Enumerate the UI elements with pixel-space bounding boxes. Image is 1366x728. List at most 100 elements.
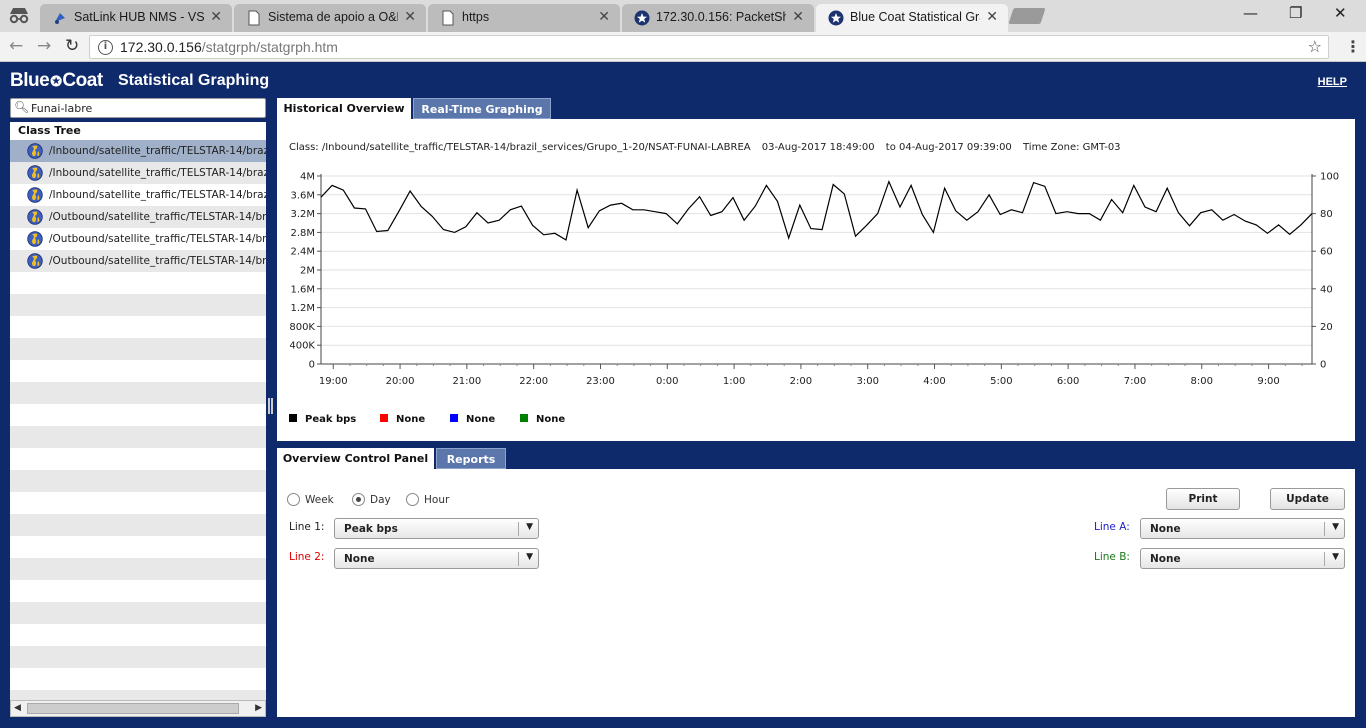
- line2-value: None: [344, 553, 375, 565]
- lineB-value: None: [1150, 553, 1181, 565]
- lineA-value: None: [1150, 523, 1181, 535]
- radio-week-circle[interactable]: [287, 493, 300, 506]
- bookmark-star-icon[interactable]: ☆: [1308, 37, 1322, 56]
- print-button[interactable]: Print: [1166, 488, 1240, 510]
- x-tick-label: 22:00: [519, 376, 548, 387]
- radio-day[interactable]: Day: [352, 493, 391, 506]
- class-tree-empty-row: [10, 316, 266, 338]
- y-tick-label: 2M: [300, 266, 315, 277]
- class-tree-empty-row: [10, 624, 266, 646]
- browser-tab-packetshaper[interactable]: 172.30.0.156: PacketShap ✕: [622, 4, 814, 32]
- scrollbar-thumb[interactable]: [27, 703, 239, 714]
- scroll-left-arrow-icon[interactable]: ◀: [14, 703, 21, 713]
- panel-splitter-handle[interactable]: [268, 398, 273, 414]
- class-tree-item[interactable]: /Inbound/satellite_traffic/TELSTAR-14/br…: [10, 140, 266, 162]
- logo-text-left: Blue: [10, 70, 50, 91]
- line1-select[interactable]: Peak bps ▼: [334, 518, 539, 539]
- class-tree-item[interactable]: /Outbound/satellite_traffic/TELSTAR-14/b…: [10, 206, 266, 228]
- class-search-input[interactable]: [31, 100, 261, 116]
- x-tick-label: 20:00: [386, 376, 415, 387]
- address-bar[interactable]: i 172.30.0.156/statgrph/statgrph.htm ☆: [89, 35, 1329, 59]
- legend-item: None: [380, 414, 425, 425]
- x-tick-label: 23:00: [586, 376, 615, 387]
- legend-label: Peak bps: [305, 414, 357, 425]
- y-tick-label: 1.2M: [290, 303, 315, 314]
- tab-historical-overview[interactable]: Historical Overview: [277, 98, 411, 119]
- class-tree-item[interactable]: /Inbound/satellite_traffic/TELSTAR-14/br…: [10, 162, 266, 184]
- close-window-icon[interactable]: ✕: [1334, 4, 1347, 22]
- reload-icon[interactable]: ↻: [65, 36, 79, 56]
- tab-real-time-graphing[interactable]: Real-Time Graphing: [413, 98, 551, 119]
- close-tab-icon[interactable]: ✕: [404, 9, 416, 25]
- close-tab-icon[interactable]: ✕: [210, 9, 222, 25]
- radio-hour-label: Hour: [424, 494, 450, 506]
- tab-overview-control-panel[interactable]: Overview Control Panel: [277, 448, 434, 469]
- y2-tick-label: 20: [1320, 322, 1333, 333]
- help-link[interactable]: HELP: [1318, 76, 1347, 88]
- restore-icon[interactable]: ❐: [1289, 4, 1302, 22]
- browser-tab-satlink[interactable]: SatLink HUB NMS - VSAT ✕: [40, 4, 232, 32]
- logo-star-icon: ✪: [50, 73, 62, 89]
- browser-tab-sistema[interactable]: Sistema de apoio a O&M ✕: [234, 4, 426, 32]
- close-tab-icon[interactable]: ✕: [598, 9, 610, 25]
- dropdown-arrow-icon[interactable]: ▼: [526, 552, 533, 562]
- dropdown-arrow-icon[interactable]: ▼: [1332, 552, 1339, 562]
- scroll-right-arrow-icon[interactable]: ▶: [255, 703, 262, 713]
- tab-reports[interactable]: Reports: [436, 448, 506, 469]
- close-tab-icon[interactable]: ✕: [986, 9, 998, 25]
- legend-label: None: [396, 414, 426, 425]
- browser-tab-https[interactable]: https ✕: [428, 4, 620, 32]
- class-tree-empty-row: [10, 514, 266, 536]
- y-tick-label: 0: [309, 360, 315, 371]
- lineA-select[interactable]: None ▼: [1140, 518, 1345, 539]
- legend-label: None: [536, 414, 566, 425]
- class-tree-item[interactable]: /Outbound/satellite_traffic/TELSTAR-14/b…: [10, 250, 266, 272]
- browser-tab-statistical-graphing[interactable]: Blue Coat Statistical Grap ✕: [816, 4, 1008, 32]
- legend-swatch: [289, 414, 297, 422]
- document-icon: [248, 10, 260, 26]
- x-tick-label: 9:00: [1257, 376, 1279, 387]
- radio-hour[interactable]: Hour: [406, 493, 449, 506]
- class-search-box[interactable]: 🔍︎: [10, 98, 266, 118]
- radio-week[interactable]: Week: [287, 493, 334, 506]
- y-tick-label: 2.8M: [290, 228, 315, 239]
- radio-day-circle[interactable]: [352, 493, 365, 506]
- url-host: 172.30.0.156: [120, 39, 202, 55]
- radio-week-label: Week: [305, 494, 334, 506]
- browser-menu-icon[interactable]: ⋮: [1345, 37, 1361, 56]
- y-tick-label: 4M: [300, 172, 315, 183]
- line2-select[interactable]: None ▼: [334, 548, 539, 569]
- info-icon[interactable]: i: [98, 40, 113, 55]
- url-path: /statgrph/statgrph.htm: [201, 39, 338, 55]
- traffic-line-chart: 0 400K 800K 1.2M 1.6M 2M 2.4M 2.8M 3.2M 3.6M 4M 0 20…: [289, 172, 1339, 388]
- update-button[interactable]: Update: [1270, 488, 1345, 510]
- minimize-icon[interactable]: —: [1243, 4, 1258, 22]
- line1-label: Line 1:: [289, 521, 325, 533]
- y2-tick-label: 60: [1320, 247, 1333, 258]
- class-tree-empty-row: [10, 360, 266, 382]
- legend-swatch: [520, 414, 528, 422]
- legend-item: None: [450, 414, 495, 425]
- url-text[interactable]: 172.30.0.156/statgrph/statgrph.htm: [120, 39, 338, 55]
- dropdown-arrow-icon[interactable]: ▼: [1332, 522, 1339, 532]
- back-arrow-icon[interactable]: ←: [9, 36, 23, 56]
- close-tab-icon[interactable]: ✕: [792, 9, 804, 25]
- legend-swatch: [380, 414, 388, 422]
- class-tree-item-label: /Inbound/satellite_traffic/TELSTAR-14/br…: [49, 167, 266, 179]
- new-tab-button[interactable]: [1008, 8, 1046, 24]
- x-tick-label: 19:00: [319, 376, 348, 387]
- tree-horizontal-scrollbar[interactable]: ◀ ▶: [10, 700, 266, 717]
- class-tree-item-label: /Outbound/satellite_traffic/TELSTAR-14/b…: [49, 255, 266, 267]
- class-tree-item[interactable]: /Outbound/satellite_traffic/TELSTAR-14/b…: [10, 228, 266, 250]
- dropdown-arrow-icon[interactable]: ▼: [526, 522, 533, 532]
- lineB-select[interactable]: None ▼: [1140, 548, 1345, 569]
- forward-arrow-icon[interactable]: →: [37, 36, 51, 56]
- globe-class-icon: [27, 165, 43, 181]
- legend-label: None: [466, 414, 496, 425]
- y-tick-label: 1.6M: [290, 284, 315, 295]
- class-tree-empty-row: [10, 272, 266, 294]
- lineA-label: Line A:: [1094, 521, 1130, 533]
- radio-hour-circle[interactable]: [406, 493, 419, 506]
- globe-class-icon: [27, 231, 43, 247]
- class-tree-item[interactable]: /Inbound/satellite_traffic/TELSTAR-14/br…: [10, 184, 266, 206]
